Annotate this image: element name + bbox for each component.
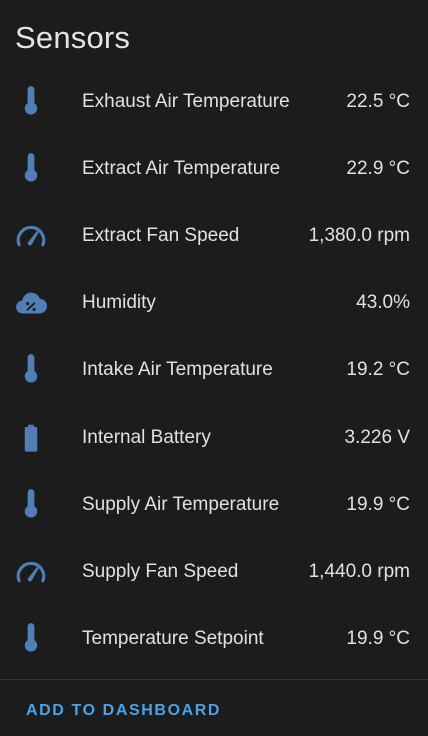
sensor-name: Temperature Setpoint: [82, 628, 264, 650]
sensor-row-humidity[interactable]: Humidity 43.0%: [0, 270, 428, 337]
sensor-value: 43.0%: [356, 292, 410, 314]
sensor-value: 19.9 °C: [346, 493, 410, 515]
sensor-name: Humidity: [82, 292, 156, 314]
sensor-value: 19.2 °C: [346, 359, 410, 381]
sensor-name: Extract Air Temperature: [82, 157, 281, 179]
sensor-list: Exhaust Air Temperature 22.5 °C Extract …: [0, 68, 428, 673]
thermometer-icon: [14, 353, 48, 387]
card-divider: [0, 679, 428, 680]
thermometer-icon: [14, 85, 48, 119]
sensor-row-supply-air-temperature[interactable]: Supply Air Temperature 19.9 °C: [0, 471, 428, 538]
sensor-row-exhaust-air-temperature[interactable]: Exhaust Air Temperature 22.5 °C: [0, 68, 428, 135]
sensor-row-temperature-setpoint[interactable]: Temperature Setpoint 19.9 °C: [0, 606, 428, 673]
card-title: Sensors: [15, 20, 131, 55]
thermometer-icon: [14, 622, 48, 656]
sensor-name: Internal Battery: [82, 426, 211, 448]
sensor-name: Extract Fan Speed: [82, 224, 240, 246]
speedometer-icon: [14, 555, 48, 589]
sensor-name: Intake Air Temperature: [82, 359, 273, 381]
sensor-value: 3.226 V: [344, 426, 411, 448]
sensor-value: 22.9 °C: [346, 157, 410, 179]
sensor-row-extract-air-temperature[interactable]: Extract Air Temperature 22.9 °C: [0, 135, 428, 202]
sensor-row-internal-battery[interactable]: Internal Battery 3.226 V: [0, 404, 428, 471]
sensors-card: Sensors Exhaust Air Temperature 22.5 °C …: [0, 0, 428, 736]
sensor-value: 1,440.0 rpm: [308, 560, 410, 582]
sensor-row-supply-fan-speed[interactable]: Supply Fan Speed 1,440.0 rpm: [0, 538, 428, 605]
sensor-row-extract-fan-speed[interactable]: Extract Fan Speed 1,380.0 rpm: [0, 202, 428, 269]
sensor-value: 22.5 °C: [346, 90, 410, 112]
sensor-value: 1,380.0 rpm: [308, 224, 410, 246]
thermometer-icon: [14, 488, 48, 522]
thermometer-icon: [14, 152, 48, 186]
speedometer-icon: [14, 219, 48, 253]
sensor-value: 19.9 °C: [346, 628, 410, 650]
cloud-percent-icon: [14, 286, 48, 320]
add-to-dashboard-button[interactable]: ADD TO DASHBOARD: [26, 702, 221, 720]
battery-icon: [14, 421, 48, 455]
sensor-row-intake-air-temperature[interactable]: Intake Air Temperature 19.2 °C: [0, 337, 428, 404]
sensor-name: Supply Fan Speed: [82, 560, 239, 582]
sensor-name: Supply Air Temperature: [82, 493, 280, 515]
sensor-name: Exhaust Air Temperature: [82, 90, 290, 112]
